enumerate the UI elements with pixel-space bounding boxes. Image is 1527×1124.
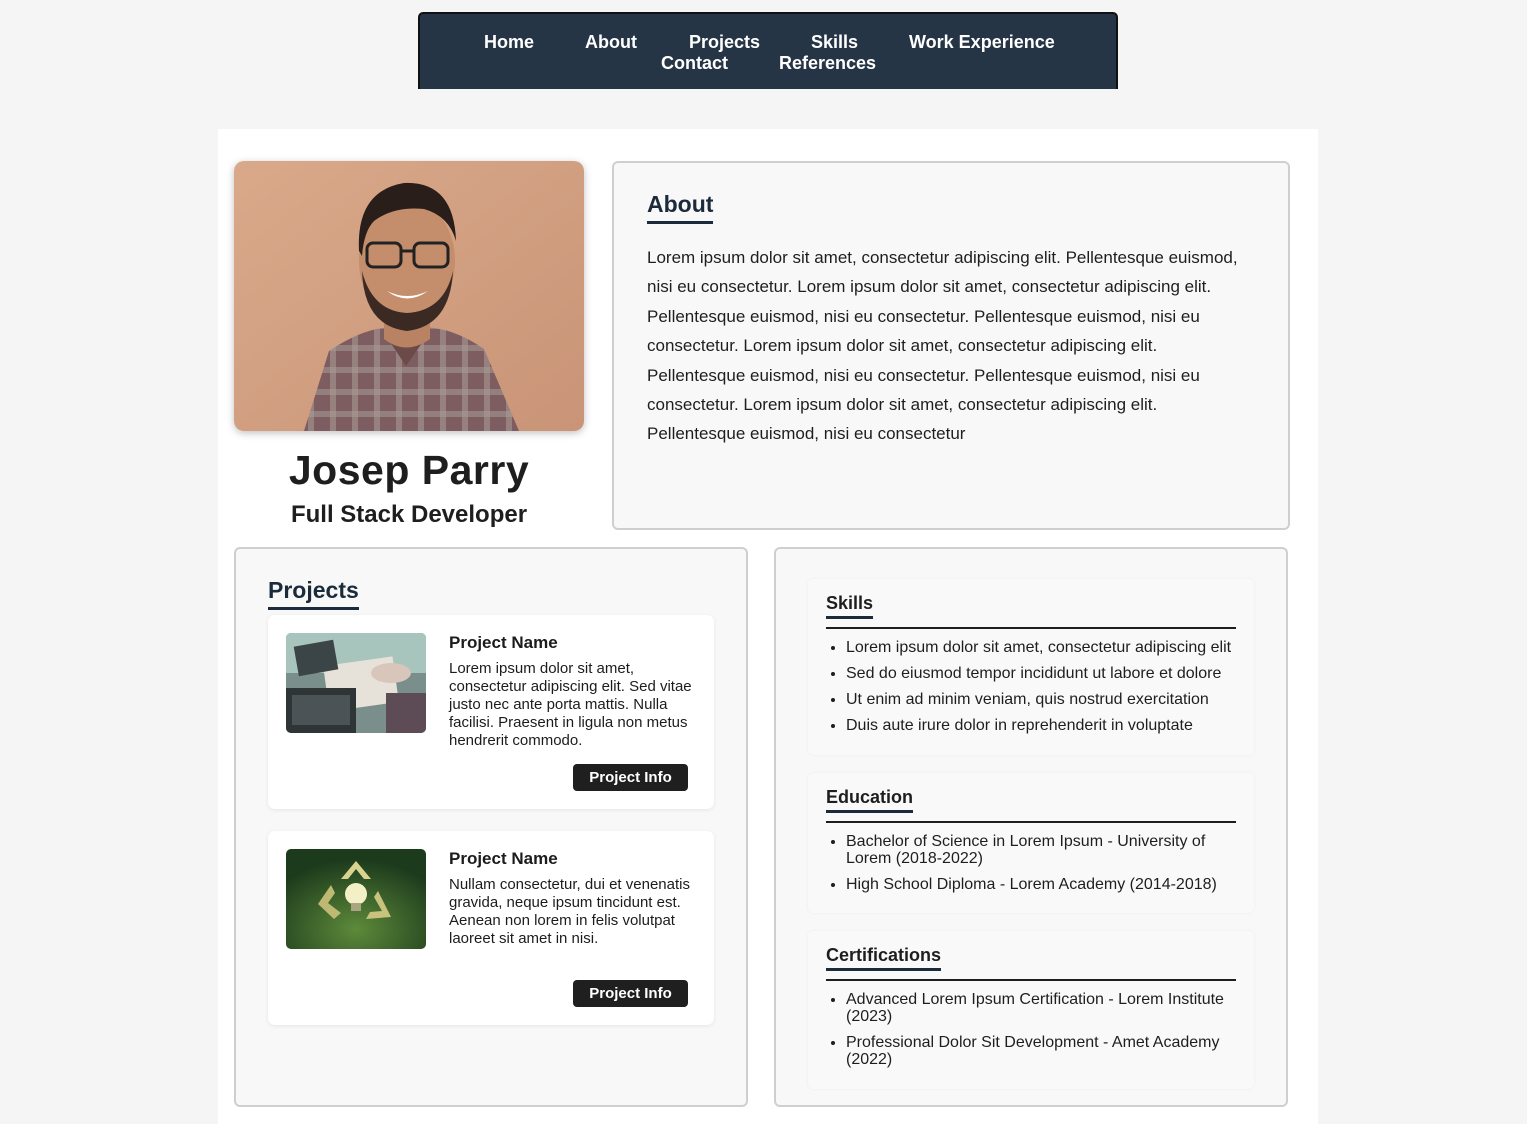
education-heading: Education	[826, 787, 1236, 823]
nav-skills[interactable]: Skills	[811, 32, 858, 53]
project-name: Project Name	[449, 849, 558, 868]
skills-card: Skills Lorem ipsum dolor sit amet, conse…	[808, 579, 1254, 755]
list-item: High School Diploma - Lorem Academy (201…	[846, 876, 1238, 893]
education-title: Education	[826, 787, 914, 813]
projects-section: Projects Project Name Lorem ipsum dolor …	[234, 547, 748, 1107]
project-name: Project Name	[449, 633, 558, 652]
list-item: Advanced Lorem Ipsum Certification - Lor…	[846, 991, 1238, 1025]
list-item: Professional Dolor Sit Development - Ame…	[846, 1034, 1238, 1068]
list-item: Bachelor of Science in Lorem Ipsum - Uni…	[846, 833, 1238, 867]
list-item: Sed do eiusmod tempor incididunt ut labo…	[846, 665, 1238, 682]
nav-contact[interactable]: Contact	[661, 53, 728, 74]
list-item: Duis aute irure dolor in reprehenderit i…	[846, 717, 1238, 734]
project-info-button[interactable]: Project Info	[573, 980, 688, 1007]
project-description: Nullam consectetur, dui et venenatis gra…	[449, 876, 690, 947]
project-info-button[interactable]: Project Info	[573, 764, 688, 791]
skills-heading: Skills	[826, 593, 1236, 629]
main-nav: Home About Projects Skills Work Experien…	[418, 12, 1118, 89]
list-item: Lorem ipsum dolor sit amet, consectetur …	[846, 639, 1238, 656]
about-text: Lorem ipsum dolor sit amet, consectetur …	[647, 248, 1238, 444]
certifications-card: Certifications Advanced Lorem Ipsum Cert…	[808, 931, 1254, 1089]
profile-name: Josep Parry	[288, 447, 530, 493]
project-image-recycle	[286, 849, 426, 949]
project-card: Project Name Nullam consectetur, dui et …	[268, 831, 714, 1025]
education-list: Bachelor of Science in Lorem Ipsum - Uni…	[846, 833, 1238, 902]
profile-photo	[234, 161, 584, 431]
list-item: Ut enim ad minim veniam, quis nostrud ex…	[846, 691, 1238, 708]
education-card: Education Bachelor of Science in Lorem I…	[808, 773, 1254, 913]
profile-role: Full Stack Developer	[290, 501, 528, 528]
about-section: About Lorem ipsum dolor sit amet, consec…	[612, 161, 1290, 530]
projects-title: Projects	[268, 577, 359, 610]
project-image-laptops	[286, 633, 426, 733]
nav-work-experience[interactable]: Work Experience	[909, 32, 1055, 53]
nav-references[interactable]: References	[779, 53, 876, 74]
project-card: Project Name Lorem ipsum dolor sit amet,…	[268, 615, 714, 809]
certifications-list: Advanced Lorem Ipsum Certification - Lor…	[846, 991, 1238, 1077]
nav-about[interactable]: About	[585, 32, 637, 53]
qualifications-section: Skills Lorem ipsum dolor sit amet, conse…	[774, 547, 1288, 1107]
main-content: Josep Parry Full Stack Developer About L…	[218, 129, 1318, 1124]
certifications-heading: Certifications	[826, 945, 1236, 981]
certifications-title: Certifications	[826, 945, 942, 971]
about-title: About	[647, 191, 714, 224]
nav-home[interactable]: Home	[484, 32, 534, 53]
nav-projects[interactable]: Projects	[689, 32, 760, 53]
skills-title: Skills	[826, 593, 874, 619]
project-description: Lorem ipsum dolor sit amet, consectetur …	[449, 660, 692, 749]
skills-list: Lorem ipsum dolor sit amet, consectetur …	[846, 639, 1238, 743]
